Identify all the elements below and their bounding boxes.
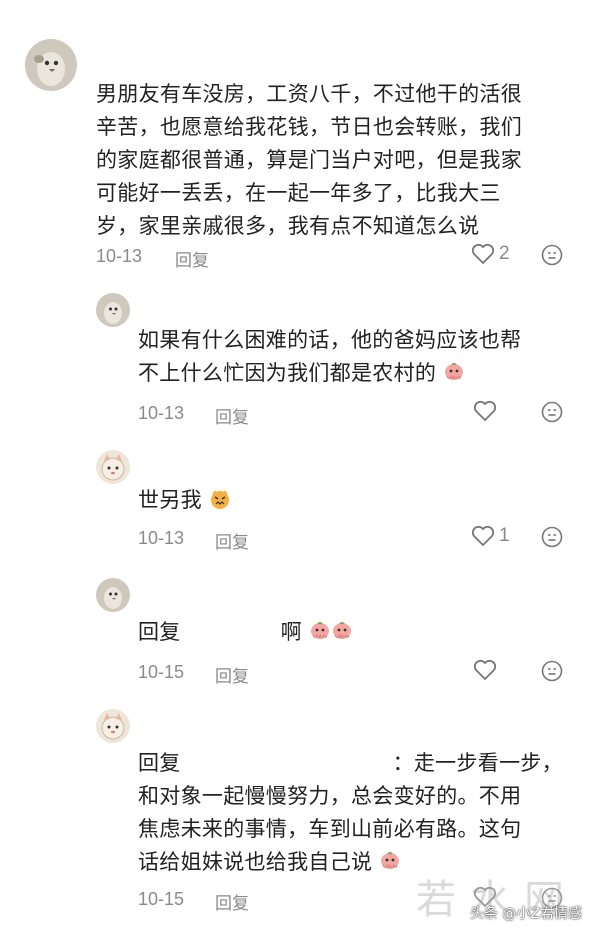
comment-item: 男朋友有车没房，工资八千，不过他干的活很 辛苦，也愿意给我花钱，节日也会转账，我… <box>0 0 600 290</box>
comment-date: 10-15 <box>138 662 185 682</box>
comment-text: 世另我 <box>138 484 578 517</box>
comment-text: 男朋友有车没房，工资八千，不过他干的活很 辛苦，也愿意给我花钱，节日也会转账，我… <box>96 78 576 243</box>
avatar[interactable] <box>96 709 130 743</box>
comment-line-text: 不上什么忙因为我们都是农村的 <box>138 361 437 385</box>
like-button[interactable] <box>473 659 497 681</box>
emoji-reaction-icon <box>541 526 563 548</box>
comment-line: 焦虑未来的事情，车到山前必有路。这句 <box>138 817 522 841</box>
reply-button[interactable]: 回复 <box>215 403 249 428</box>
like-count: 2 <box>499 243 510 264</box>
pink-octopus-emoji <box>445 362 464 380</box>
comment-line: 的家庭都很普通，算是门当户对吧，但是我家 <box>96 148 522 172</box>
avatar-parrot-image <box>96 293 130 327</box>
reply-button[interactable]: 回复 <box>215 662 249 687</box>
avatar-cat-image <box>96 709 130 743</box>
comment-line-text: 话给姐妹说也给我自己说 <box>138 850 373 874</box>
comment-text: 回复 啊 <box>138 616 578 649</box>
reply-item: 世另我 10-13 回复 1 <box>0 440 600 570</box>
reply-prefix: 回复 <box>138 751 181 775</box>
heart-icon <box>471 243 495 265</box>
comment-line-text: 啊 <box>280 620 302 644</box>
like-button[interactable]: 1 <box>471 525 510 547</box>
comment-line: 岁，家里亲戚很多，我有点不知道怎么说 <box>96 214 480 238</box>
avatar-cat-image <box>96 450 130 484</box>
heart-icon <box>471 525 495 547</box>
comment-text: 回复 ：走一步看一步， 和对象一起慢慢努力，总会变好的。不用 焦虑未来的事情，车… <box>138 747 578 879</box>
comment-line-text: ：走一步看一步， <box>392 751 563 775</box>
avatar[interactable] <box>96 293 130 327</box>
reply-item: 回复 啊 10-15 回复 <box>0 570 600 705</box>
comment-line-text: 世另我 <box>138 488 202 512</box>
pink-octopus-emoji <box>332 621 351 639</box>
reply-button[interactable]: 回复 <box>215 889 249 914</box>
like-button[interactable]: 2 <box>471 243 510 265</box>
emoji-reaction-button[interactable] <box>541 244 563 266</box>
avatar[interactable] <box>25 39 77 91</box>
angry-cat-emoji <box>210 490 229 509</box>
watermark: 若水网 头条 @小Z君情感 <box>386 867 586 925</box>
comment-date: 10-13 <box>96 246 143 266</box>
comment-date: 10-13 <box>138 403 185 423</box>
comment-text: 如果有什么困难的话，他的爸妈应该也帮 不上什么忙因为我们都是农村的 <box>138 324 578 390</box>
avatar-parrot-image <box>25 39 77 91</box>
reply-prefix: 回复 <box>138 620 181 644</box>
heart-icon <box>473 659 497 681</box>
comment-line: 不上什么忙因为我们都是农村的 <box>138 357 578 390</box>
avatar[interactable] <box>96 578 130 612</box>
comment-line: 和对象一起慢慢努力，总会变好的。不用 <box>138 784 522 808</box>
comment-date: 10-15 <box>138 889 185 909</box>
reply-item: 如果有什么困难的话，他的爸妈应该也帮 不上什么忙因为我们都是农村的 10-13 … <box>0 290 600 440</box>
like-button[interactable] <box>473 400 497 422</box>
pink-octopus-emoji <box>310 621 329 639</box>
emoji-reaction-button[interactable] <box>541 526 563 548</box>
watermark-author: 头条 @小Z君情感 <box>469 906 582 922</box>
comment-line: 如果有什么困难的话，他的爸妈应该也帮 <box>138 328 522 352</box>
reply-button[interactable]: 回复 <box>215 528 249 553</box>
reply-button[interactable]: 回复 <box>175 246 209 271</box>
avatar[interactable] <box>96 450 130 484</box>
avatar-parrot-image <box>96 578 130 612</box>
comment-date: 10-13 <box>138 528 185 548</box>
emoji-reaction-button[interactable] <box>541 401 563 423</box>
comment-line: 可能好一丢丢，在一起一年多了，比我大三 <box>96 181 501 205</box>
comment-line: 回复 ：走一步看一步， <box>138 747 578 780</box>
comment-line: 辛苦，也愿意给我花钱，节日也会转账，我们 <box>96 115 522 139</box>
emoji-reaction-icon <box>541 660 563 682</box>
heart-icon <box>473 400 497 422</box>
emoji-reaction-icon <box>541 244 563 266</box>
like-count: 1 <box>499 525 510 546</box>
comment-line: 男朋友有车没房，工资八千，不过他干的活很 <box>96 82 522 106</box>
emoji-reaction-icon <box>541 401 563 423</box>
emoji-reaction-button[interactable] <box>541 660 563 682</box>
